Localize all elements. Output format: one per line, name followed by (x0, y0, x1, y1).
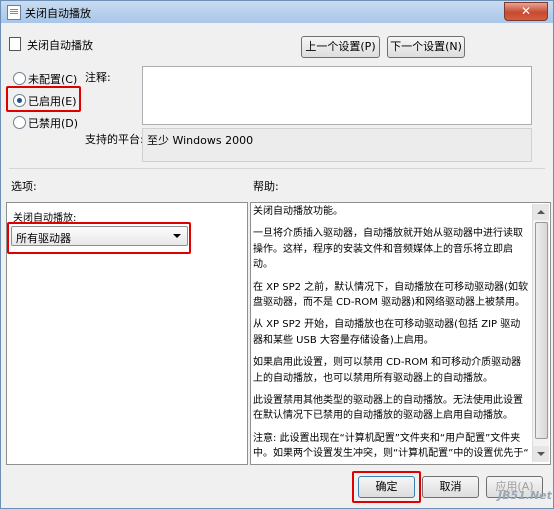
platform-label: 支持的平台: (85, 133, 144, 146)
help-paragraph: 在 XP SP2 之前，默认情况下，自动播放在可移动驱动器(如软盘驱动器，而不是… (253, 281, 529, 309)
close-button[interactable]: ✕ (504, 2, 548, 21)
help-label: 帮助: (253, 180, 279, 193)
comment-label: 注释: (85, 71, 111, 84)
highlight-dropdown (7, 222, 191, 254)
help-paragraph: 关闭自动播放功能。 (253, 206, 343, 217)
radio-disabled-label: 已禁用(D) (28, 117, 79, 130)
highlight-ok (352, 471, 421, 503)
help-paragraph: 注意: 此设置出现在“计算机配置”文件夹和“用户配置”文件夹中。如果两个设置发生… (253, 432, 529, 460)
help-paragraph: 此设置禁用其他类型的驱动器上的自动播放。无法使用此设置在默认情况下已禁用的自动播… (253, 395, 523, 422)
radio-not-configured[interactable] (13, 72, 26, 85)
platform-value: 至少 Windows 2000 (147, 134, 254, 147)
radio-not-configured-label: 未配置(C) (28, 73, 78, 86)
policy-icon (7, 5, 21, 20)
highlight-enabled (6, 86, 81, 112)
window-title: 关闭自动播放 (25, 7, 91, 20)
title-bar: 关闭自动播放 ✕ (1, 1, 553, 23)
policy-dialog: 关闭自动播放 ✕ 关闭自动播放 上一个设置(P) 下一个设置(N) 未配置(C)… (0, 0, 554, 509)
help-paragraph: 从 XP SP2 开始，自动播放也在可移动驱动器(包括 ZIP 驱动器和某些 U… (253, 319, 521, 346)
help-scrollbar[interactable] (532, 204, 549, 462)
help-text: 关闭自动播放功能。 一旦将介质插入驱动器，自动播放就开始从驱动器中进行读取操作。… (253, 204, 529, 469)
help-paragraph: 如果启用此设置，则可以禁用 CD-ROM 和可移动介质驱动器上的自动播放，也可以… (253, 357, 522, 384)
scroll-thumb[interactable] (535, 222, 548, 439)
options-label: 选项: (11, 180, 37, 193)
cancel-button[interactable]: 取消 (422, 476, 479, 498)
prev-setting-button[interactable]: 上一个设置(P) (301, 36, 380, 58)
comment-field[interactable] (142, 66, 532, 125)
help-paragraph: 一旦将介质插入驱动器，自动播放就开始从驱动器中进行读取操作。这样，程序的安装文件… (253, 228, 523, 271)
watermark: JB51.Net (498, 489, 552, 502)
setting-title: 关闭自动播放 (27, 39, 93, 52)
scroll-down-icon[interactable] (533, 446, 549, 462)
next-setting-button[interactable]: 下一个设置(N) (387, 36, 465, 58)
scroll-up-icon[interactable] (533, 204, 549, 220)
close-icon: ✕ (520, 4, 532, 18)
separator (9, 168, 545, 169)
setting-icon (9, 37, 21, 51)
platform-field: 至少 Windows 2000 (142, 128, 532, 162)
radio-disabled[interactable] (13, 116, 26, 129)
